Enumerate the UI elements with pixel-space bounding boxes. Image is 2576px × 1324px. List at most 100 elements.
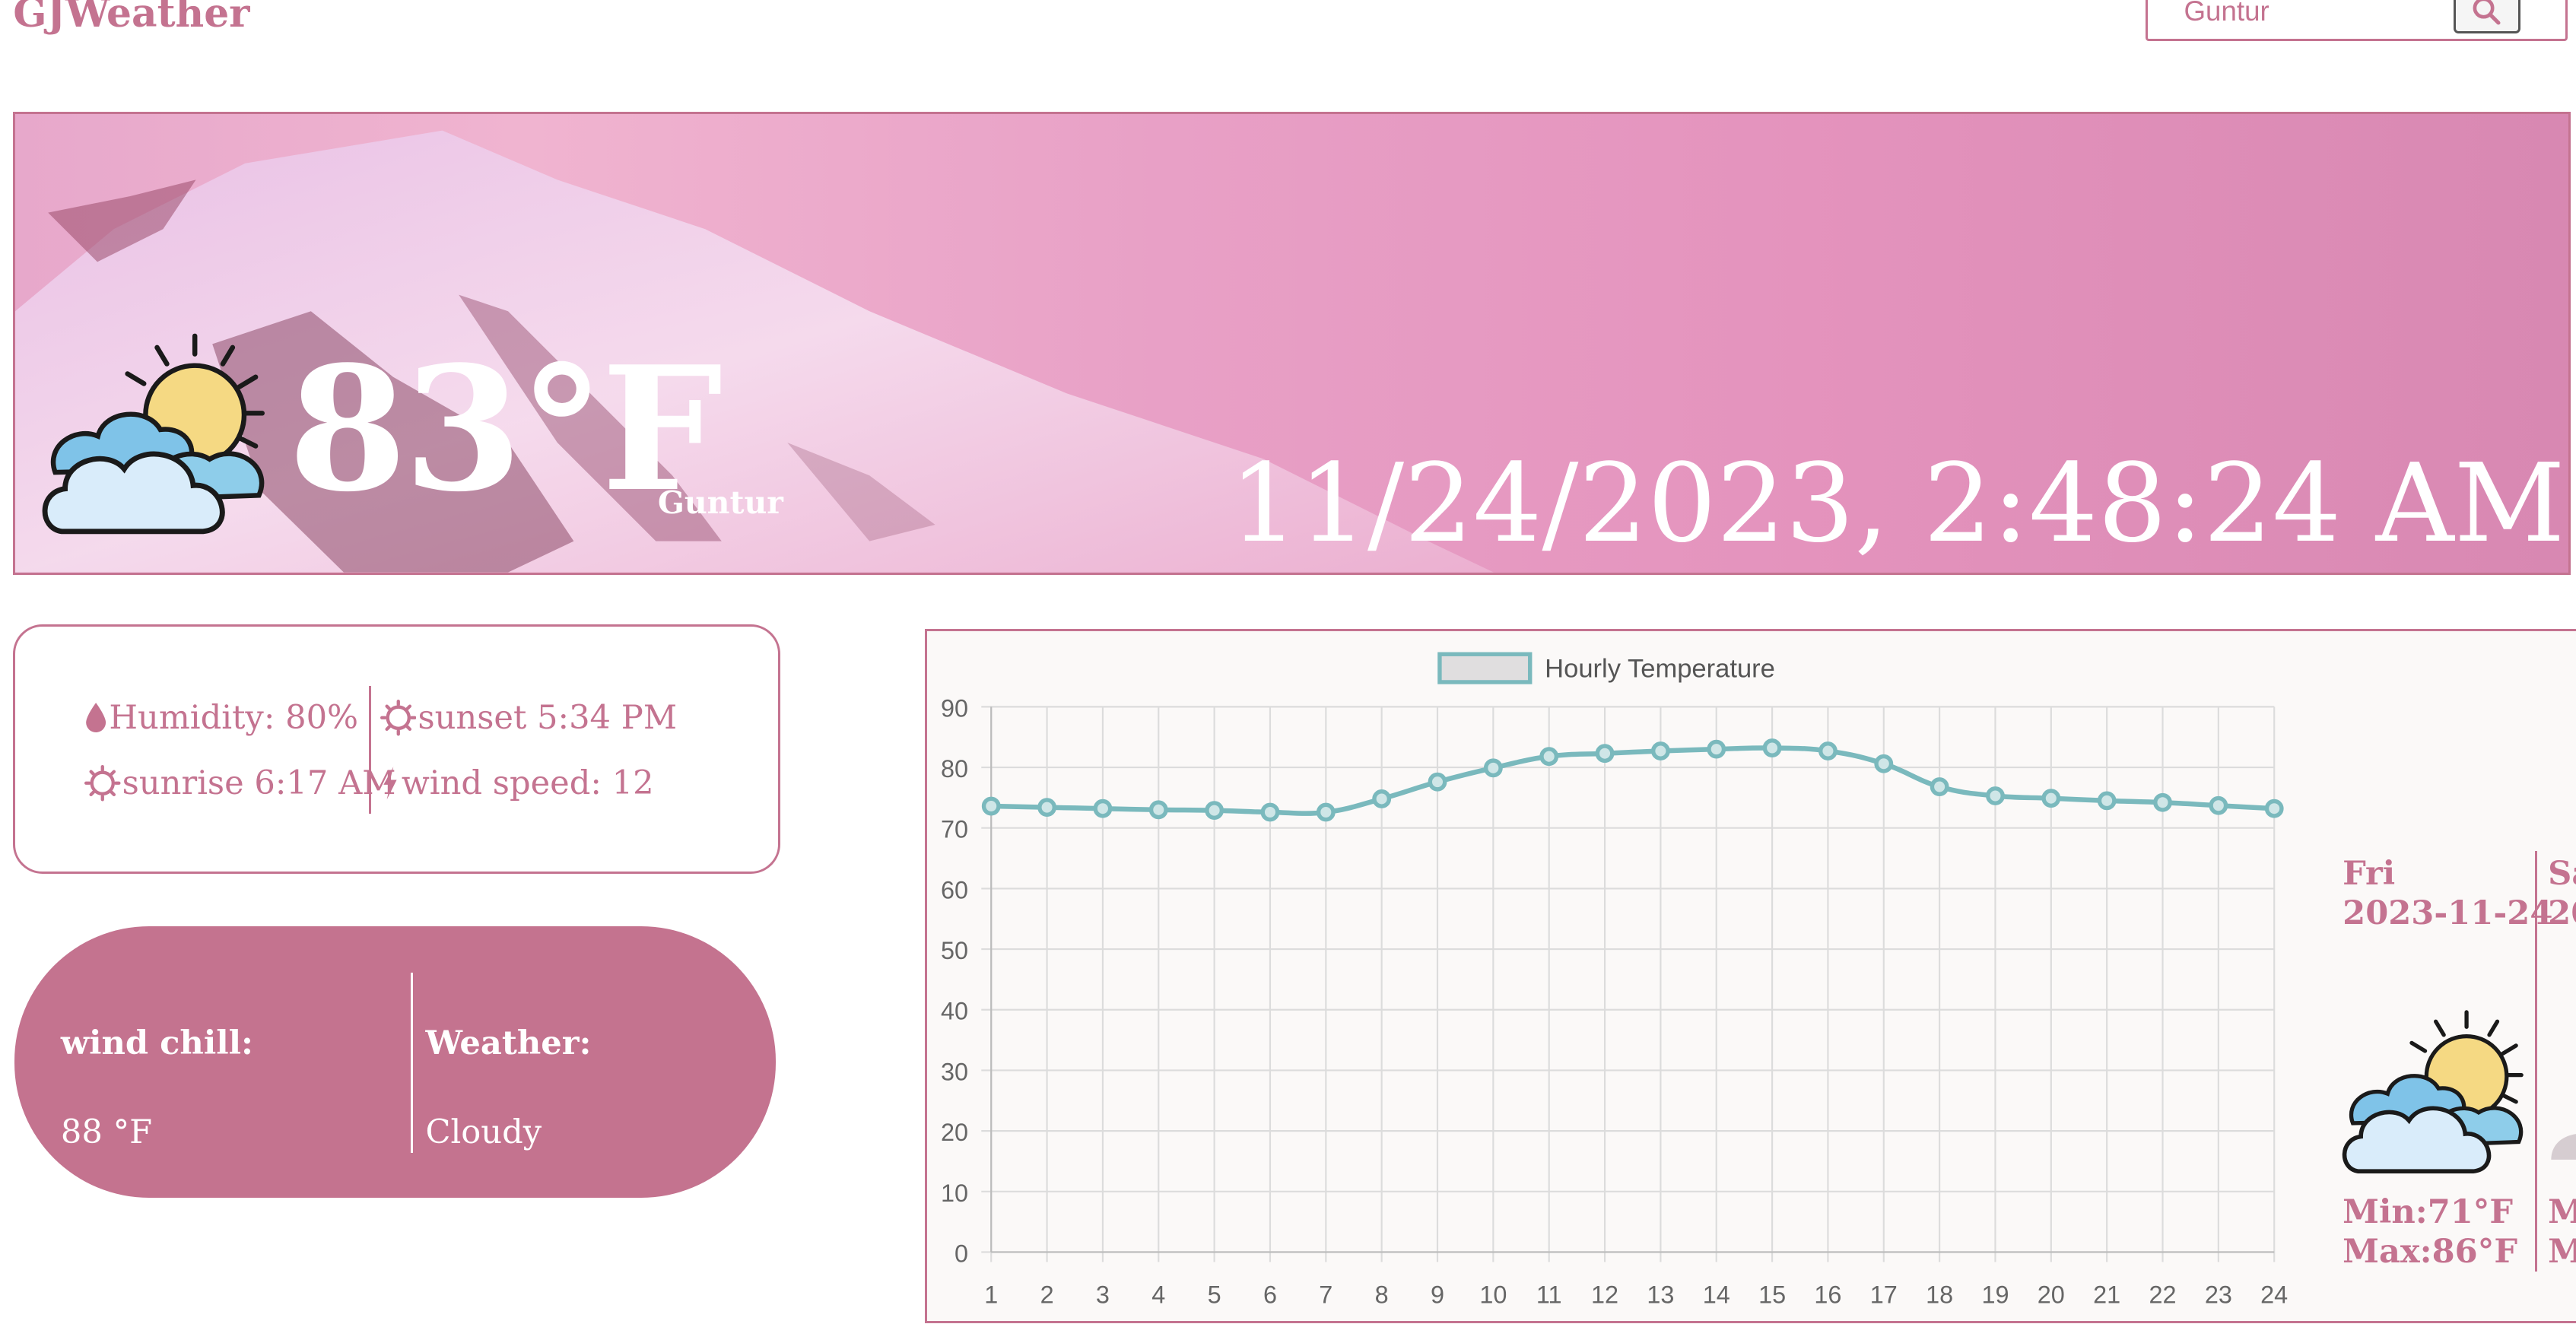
y-tick-label: 30 xyxy=(941,1059,968,1086)
x-tick-label: 15 xyxy=(1758,1281,1786,1309)
y-tick-label: 60 xyxy=(941,877,968,904)
forecast-max: Max:86°F xyxy=(2343,1231,2517,1271)
legend-label: Hourly Temperature xyxy=(1545,655,1775,684)
humidity-text: Humidity: 80% xyxy=(109,698,359,737)
temperature-point xyxy=(2097,791,2117,811)
temperature-point xyxy=(1484,758,1503,778)
temperature-series-line xyxy=(991,745,2275,817)
forecast-max: M xyxy=(2548,1232,2576,1272)
weather-label: Weather: xyxy=(425,1023,592,1062)
x-tick-label: 1 xyxy=(984,1281,998,1309)
temperature-point xyxy=(1372,789,1392,809)
x-tick-label: 10 xyxy=(1479,1281,1507,1309)
search-bar xyxy=(2145,0,2568,41)
x-tick-label: 7 xyxy=(1319,1281,1332,1309)
legend-swatch xyxy=(1437,652,1533,684)
temperature-point xyxy=(1093,799,1113,818)
x-tick-label: 4 xyxy=(1151,1281,1165,1309)
partly-cloudy-icon xyxy=(42,333,265,534)
x-tick-label: 19 xyxy=(1982,1281,2009,1309)
forecast-divider xyxy=(2534,850,2538,1272)
forecast-date: 20 xyxy=(2548,894,2576,933)
forecast-min: M xyxy=(2548,1192,2576,1232)
x-tick-label: 23 xyxy=(2205,1281,2232,1309)
search-input[interactable] xyxy=(2184,0,2447,28)
droplet-icon xyxy=(86,703,106,733)
conditions-divider xyxy=(410,972,414,1154)
forecast-day: Sa xyxy=(2548,854,2576,894)
chart-canvas: 01020304050607080901 2 3 4 5 6 7 8 9 10 11 12 13 14 15… xyxy=(941,652,2288,1309)
x-tick-label: 24 xyxy=(2260,1281,2288,1309)
wind-speed-text: wind speed: 12 xyxy=(401,764,654,803)
temperature-point xyxy=(1316,802,1336,822)
brand-logo[interactable]: GJWeather xyxy=(13,0,249,37)
temperature-point xyxy=(2041,789,2061,808)
temperature-point xyxy=(1762,738,1782,758)
current-weather-banner: 83°F Guntur 11/24/2023, 2:48:24 AM xyxy=(13,111,2571,575)
wind-chill-label: wind chill: xyxy=(60,1023,253,1062)
humidity-stat: Humidity: 80% xyxy=(84,699,358,737)
forecast-date: 2023-11-24 xyxy=(2343,894,2553,933)
x-tick-label: 18 xyxy=(1926,1281,1953,1309)
temperature-point xyxy=(1651,741,1670,761)
sunset-stat: sunset 5:34 PM xyxy=(380,699,677,737)
weather-stats-card: Humidity: 80% sunrise 6:17 AM sunset 5:3… xyxy=(13,624,780,874)
temperature-point xyxy=(1930,777,1949,797)
y-tick-label: 10 xyxy=(941,1180,968,1207)
temperature-point xyxy=(1037,798,1057,818)
x-tick-label: 6 xyxy=(1263,1281,1277,1309)
x-tick-label: 11 xyxy=(1536,1281,1562,1309)
partial-icon xyxy=(2551,1134,2576,1160)
temperature-point xyxy=(2153,793,2173,812)
temperature-point xyxy=(1595,744,1615,764)
temperature-point xyxy=(2264,799,2284,818)
y-tick-label: 70 xyxy=(941,816,968,843)
temperature-point xyxy=(1707,739,1726,759)
hourly-temperature-chart: 0 10 20 30 40 50 60 70 80 90 1 2 3 4 5 6 7 8 9 10 11 12 13 14 15… xyxy=(925,629,2576,1324)
temperature-point xyxy=(1205,801,1224,821)
sun-icon xyxy=(84,765,121,802)
temperature-point xyxy=(1986,786,2005,806)
x-tick-label: 9 xyxy=(1431,1281,1444,1309)
y-tick-label: 40 xyxy=(941,998,968,1025)
partly-cloudy-icon xyxy=(2342,1010,2524,1173)
x-tick-label: 8 xyxy=(1375,1281,1389,1309)
x-tick-label: 22 xyxy=(2149,1281,2177,1309)
temperature-point xyxy=(1148,800,1168,820)
temperature-point xyxy=(2209,796,2228,815)
y-tick-label: 50 xyxy=(941,937,968,964)
x-tick-label: 17 xyxy=(1870,1281,1898,1309)
y-tick-label: 0 xyxy=(954,1240,968,1268)
forecast-min: Min:71°F xyxy=(2343,1192,2514,1232)
current-datetime: 11/24/2023, 2:48:24 AM xyxy=(1229,440,2565,567)
temperature-point xyxy=(1428,773,1447,792)
sunrise-stat: sunrise 6:17 AM xyxy=(84,764,396,803)
x-tick-label: 5 xyxy=(1208,1281,1221,1309)
search-button[interactable] xyxy=(2453,0,2520,33)
temperature-point xyxy=(1260,802,1280,822)
y-tick-label: 20 xyxy=(941,1119,968,1146)
x-tick-label: 16 xyxy=(1814,1281,1841,1309)
city-name: Guntur xyxy=(657,483,783,521)
wind-speed-stat: wind speed: 12 xyxy=(380,764,654,802)
search-icon xyxy=(2473,0,2501,25)
y-tick-label: 90 xyxy=(941,695,968,722)
temperature-point xyxy=(1818,741,1838,761)
x-tick-label: 2 xyxy=(1040,1281,1054,1309)
x-tick-label: 14 xyxy=(1703,1281,1730,1309)
temperature-point xyxy=(1539,747,1559,767)
stats-divider xyxy=(368,685,371,814)
sunrise-text: sunrise 6:17 AM xyxy=(122,764,396,803)
current-temperature: 83°F xyxy=(287,329,723,530)
forecast-day: Fri xyxy=(2343,854,2396,894)
x-tick-label: 12 xyxy=(1591,1281,1618,1309)
wind-chill-value: 88 °F xyxy=(60,1113,153,1152)
temperature-point xyxy=(981,796,1001,816)
weather-value: Cloudy xyxy=(425,1113,542,1152)
lightning-icon xyxy=(383,767,397,800)
sun-icon xyxy=(380,700,417,736)
x-tick-label: 13 xyxy=(1647,1281,1674,1309)
temperature-point xyxy=(1874,754,1894,773)
x-tick-label: 20 xyxy=(2038,1281,2065,1309)
sunset-text: sunset 5:34 PM xyxy=(418,698,678,737)
